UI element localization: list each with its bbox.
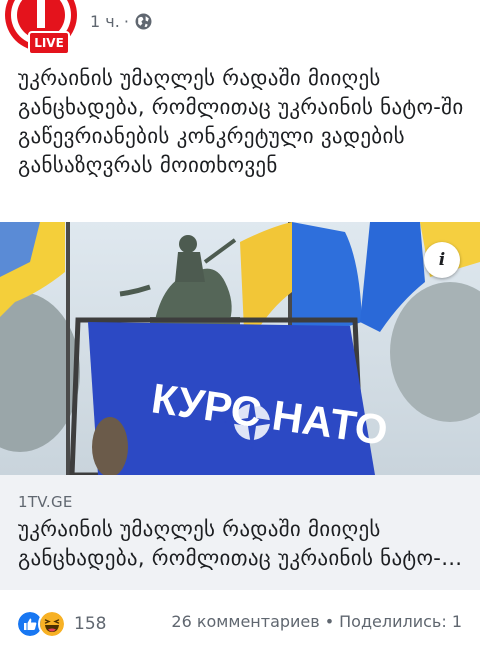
meta-separator: · <box>123 11 129 31</box>
link-preview-image[interactable]: КУРС НАТО <box>0 222 480 475</box>
shares-count[interactable]: Поделились: 1 <box>339 612 462 631</box>
post-time[interactable]: 1 ч. <box>90 12 120 31</box>
info-button[interactable]: i <box>424 242 460 278</box>
reactions-summary[interactable]: 158 <box>16 610 106 638</box>
globe-icon <box>135 13 152 29</box>
post-footer: 158 26 комментариев • Поделились: 1 <box>0 600 480 644</box>
post-header: LIVE 1 ч. · <box>0 0 480 55</box>
post-text: უკრაინის უმაღლეს რადაში მიიღეს განცხადებ… <box>18 66 464 177</box>
comments-count[interactable]: 26 комментариев <box>171 612 319 631</box>
ukraine-nato-photo: КУРС НАТО <box>0 222 480 475</box>
link-title: უკრაინის უმაღლეს რადაში მიიღეს განცხადებ… <box>18 517 464 570</box>
stats-separator: • <box>324 612 335 631</box>
link-preview-box[interactable]: 1TV.GE უკრაინის უმაღლეს რადაში მიიღეს გა… <box>0 475 480 590</box>
haha-icon <box>38 610 66 638</box>
live-badge: LIVE <box>28 31 70 55</box>
engagement-stats: 26 комментариев • Поделились: 1 <box>171 612 462 631</box>
post-meta: 1 ч. · <box>90 10 152 32</box>
link-domain: 1TV.GE <box>18 493 73 511</box>
reaction-count: 158 <box>74 614 107 634</box>
